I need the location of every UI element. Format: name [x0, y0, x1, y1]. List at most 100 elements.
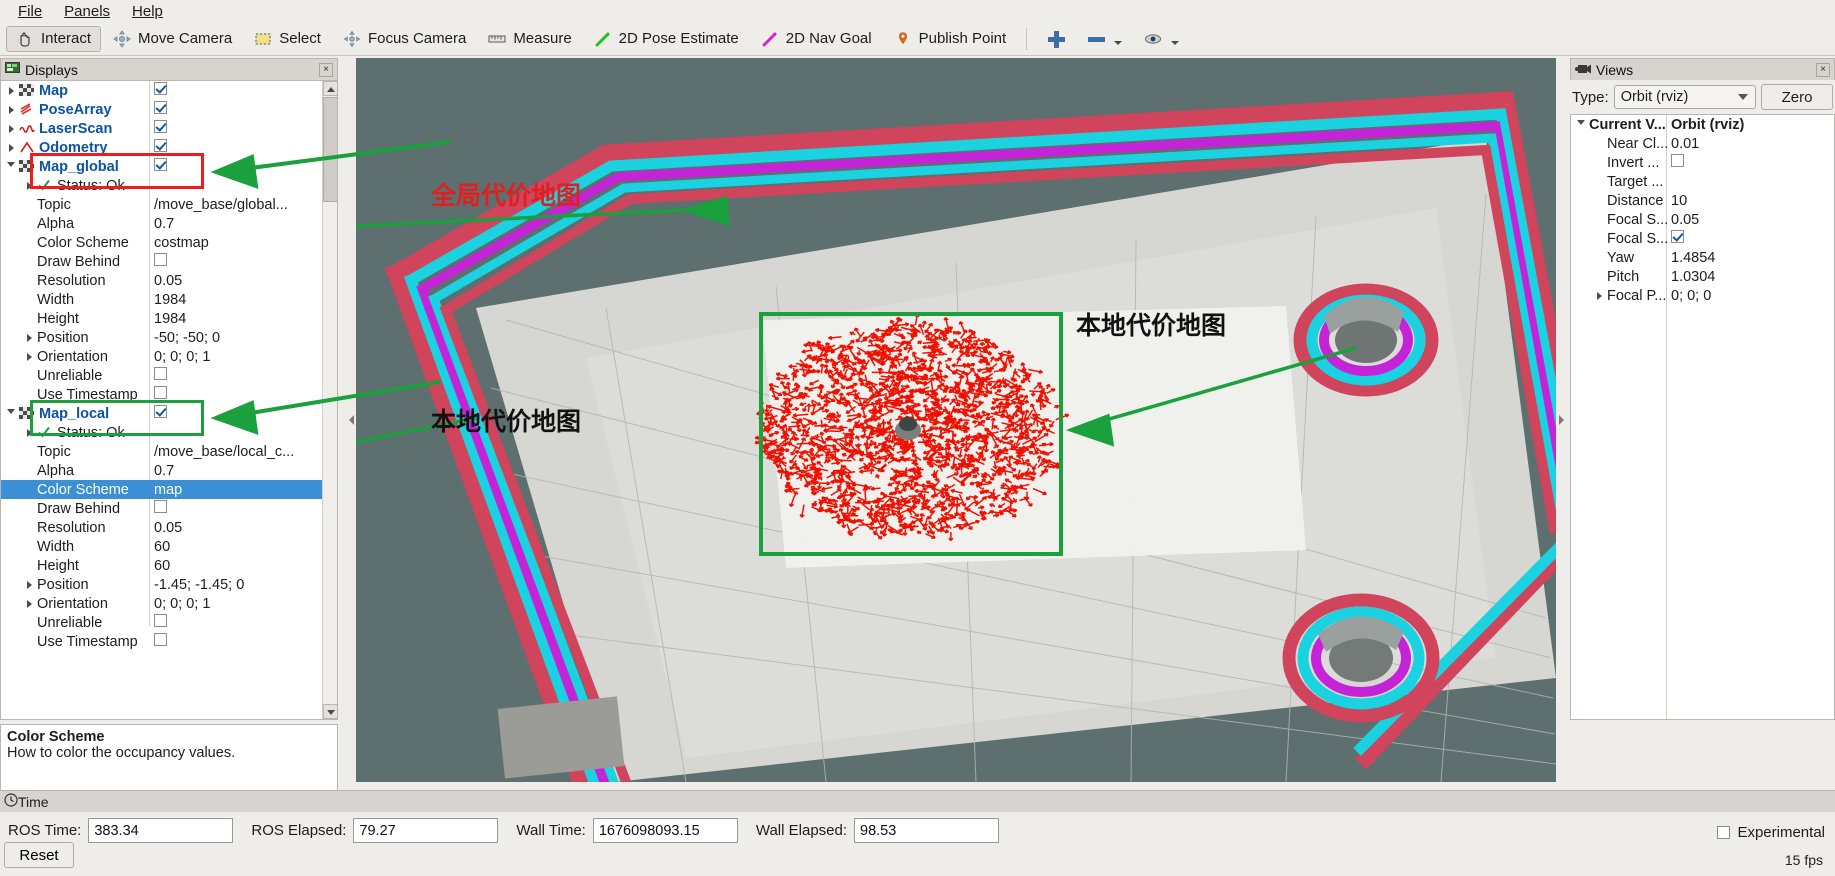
tree-row[interactable]: Color Scheme map [1, 480, 323, 499]
row-value[interactable]: 1984 [154, 311, 319, 327]
row-checkbox[interactable] [154, 386, 167, 399]
tool-interact[interactable]: Interact [6, 25, 102, 52]
row-checkbox[interactable] [154, 82, 167, 95]
row-value[interactable]: 0; 0; 0 [1671, 288, 1831, 304]
tree-row[interactable]: Distance 10 [1571, 191, 1834, 210]
tree-row[interactable]: Topic/move_base/local_c... [1, 442, 323, 461]
row-value[interactable]: -50; -50; 0 [154, 330, 319, 346]
tool-measure[interactable]: Measure [478, 26, 581, 52]
visibility-button[interactable] [1134, 26, 1189, 52]
render-view-3d[interactable]: 全局代价地图 本地代价地图 本地代价地图 [356, 58, 1556, 782]
tree-row[interactable]: Focal P... 0; 0; 0 [1571, 286, 1834, 305]
menu-file[interactable]: File [8, 1, 54, 22]
menu-help[interactable]: Help [122, 1, 175, 22]
right-splitter[interactable] [1556, 58, 1566, 782]
tree-row[interactable]: Position -50; -50; 0 [1, 328, 323, 347]
views-close-icon[interactable]: × [1816, 62, 1830, 77]
tree-row[interactable]: Alpha 0.7 [1, 461, 323, 480]
row-checkbox[interactable] [154, 101, 167, 114]
tree-row[interactable]: Map [1, 81, 323, 100]
zero-button[interactable]: Zero [1761, 84, 1833, 110]
row-value[interactable]: costmap [154, 235, 319, 251]
row-value[interactable]: /move_base/local_c... [154, 444, 319, 460]
row-value[interactable]: 10 [1671, 193, 1831, 209]
experimental-checkbox[interactable] [1717, 826, 1731, 839]
add-tool-button[interactable] [1037, 26, 1075, 52]
tree-row[interactable]: Target ... [1571, 172, 1834, 191]
row-value[interactable]: 1.0304 [1671, 269, 1831, 285]
row-value[interactable]: Orbit (rviz) [1671, 117, 1831, 133]
tree-row[interactable]: Resolution 0.05 [1, 271, 323, 290]
tree-row[interactable]: Pitch 1.0304 [1571, 267, 1834, 286]
tree-row[interactable]: PoseArray [1, 100, 323, 119]
row-value[interactable]: 1984 [154, 292, 319, 308]
menu-panels[interactable]: Panels [54, 1, 122, 22]
tree-row[interactable]: Position -1.45; -1.45; 0 [1, 575, 323, 594]
tree-row[interactable]: Near Cl... 0.01 [1571, 134, 1834, 153]
row-expander[interactable] [21, 596, 37, 612]
row-value[interactable]: 1.4854 [1671, 250, 1831, 266]
row-checkbox[interactable] [154, 633, 167, 646]
tool-select[interactable]: Select [244, 26, 331, 52]
row-checkbox[interactable] [154, 139, 167, 152]
tool-2d-pose-estimate[interactable]: 2D Pose Estimate [584, 26, 749, 52]
wall-time-input[interactable] [592, 818, 738, 843]
displays-scrollbar[interactable] [322, 81, 337, 719]
ros-time-input[interactable] [88, 818, 234, 843]
scroll-up-icon[interactable] [323, 81, 337, 96]
row-value[interactable]: -1.45; -1.45; 0 [154, 577, 319, 593]
row-value[interactable]: 0.7 [154, 463, 319, 479]
tree-row[interactable]: Alpha 0.7 [1, 214, 323, 233]
tree-row[interactable]: Resolution 0.05 [1, 518, 323, 537]
row-expander[interactable] [3, 406, 19, 422]
tree-row[interactable]: LaserScan [1, 119, 323, 138]
row-checkbox[interactable] [1671, 230, 1684, 243]
row-checkbox[interactable] [154, 120, 167, 133]
row-expander[interactable] [3, 102, 19, 118]
tree-row[interactable]: Current V... Orbit (rviz) [1571, 115, 1834, 134]
tool-focus-camera[interactable]: Focus Camera [333, 26, 476, 52]
row-expander[interactable] [3, 121, 19, 137]
left-splitter[interactable] [346, 58, 356, 782]
row-expander[interactable] [1573, 117, 1589, 133]
tree-row[interactable]: Focal S... [1571, 229, 1834, 248]
tree-row[interactable]: Yaw 1.4854 [1571, 248, 1834, 267]
tree-row[interactable]: Focal S... 0.05 [1571, 210, 1834, 229]
row-value[interactable]: 60 [154, 558, 319, 574]
tree-row[interactable]: Draw Behind [1, 252, 323, 271]
reset-button[interactable]: Reset [4, 842, 74, 868]
row-value[interactable]: 0.05 [1671, 212, 1831, 228]
tree-row[interactable]: Orientation 0; 0; 0; 1 [1, 594, 323, 613]
tree-row[interactable]: Orientation 0; 0; 0; 1 [1, 347, 323, 366]
row-value[interactable]: 0; 0; 0; 1 [154, 596, 319, 612]
row-expander[interactable] [1591, 288, 1607, 304]
tree-row[interactable]: Unreliable [1, 366, 323, 385]
row-checkbox[interactable] [154, 367, 167, 380]
tree-row[interactable]: Height 60 [1, 556, 323, 575]
tool-publish-point[interactable]: Publish Point [884, 26, 1017, 52]
tree-row[interactable]: Invert ... [1571, 153, 1834, 172]
wall-elapsed-input[interactable] [854, 818, 1000, 843]
close-icon[interactable]: × [319, 62, 333, 77]
tool-move-camera[interactable]: Move Camera [103, 26, 242, 52]
row-checkbox[interactable] [154, 614, 167, 627]
row-value[interactable]: 0.01 [1671, 136, 1831, 152]
tree-row[interactable]: Color Scheme costmap [1, 233, 323, 252]
row-expander[interactable] [3, 140, 19, 156]
remove-tool-button[interactable] [1077, 26, 1132, 52]
scroll-thumb[interactable] [323, 97, 337, 202]
scroll-down-icon[interactable] [323, 704, 337, 719]
row-checkbox[interactable] [1671, 154, 1684, 167]
row-value[interactable]: 0.05 [154, 520, 319, 536]
row-expander[interactable] [21, 577, 37, 593]
row-expander[interactable] [21, 349, 37, 365]
row-expander[interactable] [3, 83, 19, 99]
tree-row[interactable]: Draw Behind [1, 499, 323, 518]
row-expander[interactable] [3, 159, 19, 175]
tree-row[interactable]: Width 60 [1, 537, 323, 556]
tree-row[interactable]: Topic/move_base/global... [1, 195, 323, 214]
row-checkbox[interactable] [154, 253, 167, 266]
row-value[interactable]: 0.05 [154, 273, 319, 289]
ros-elapsed-input[interactable] [353, 818, 499, 843]
row-expander[interactable] [21, 330, 37, 346]
